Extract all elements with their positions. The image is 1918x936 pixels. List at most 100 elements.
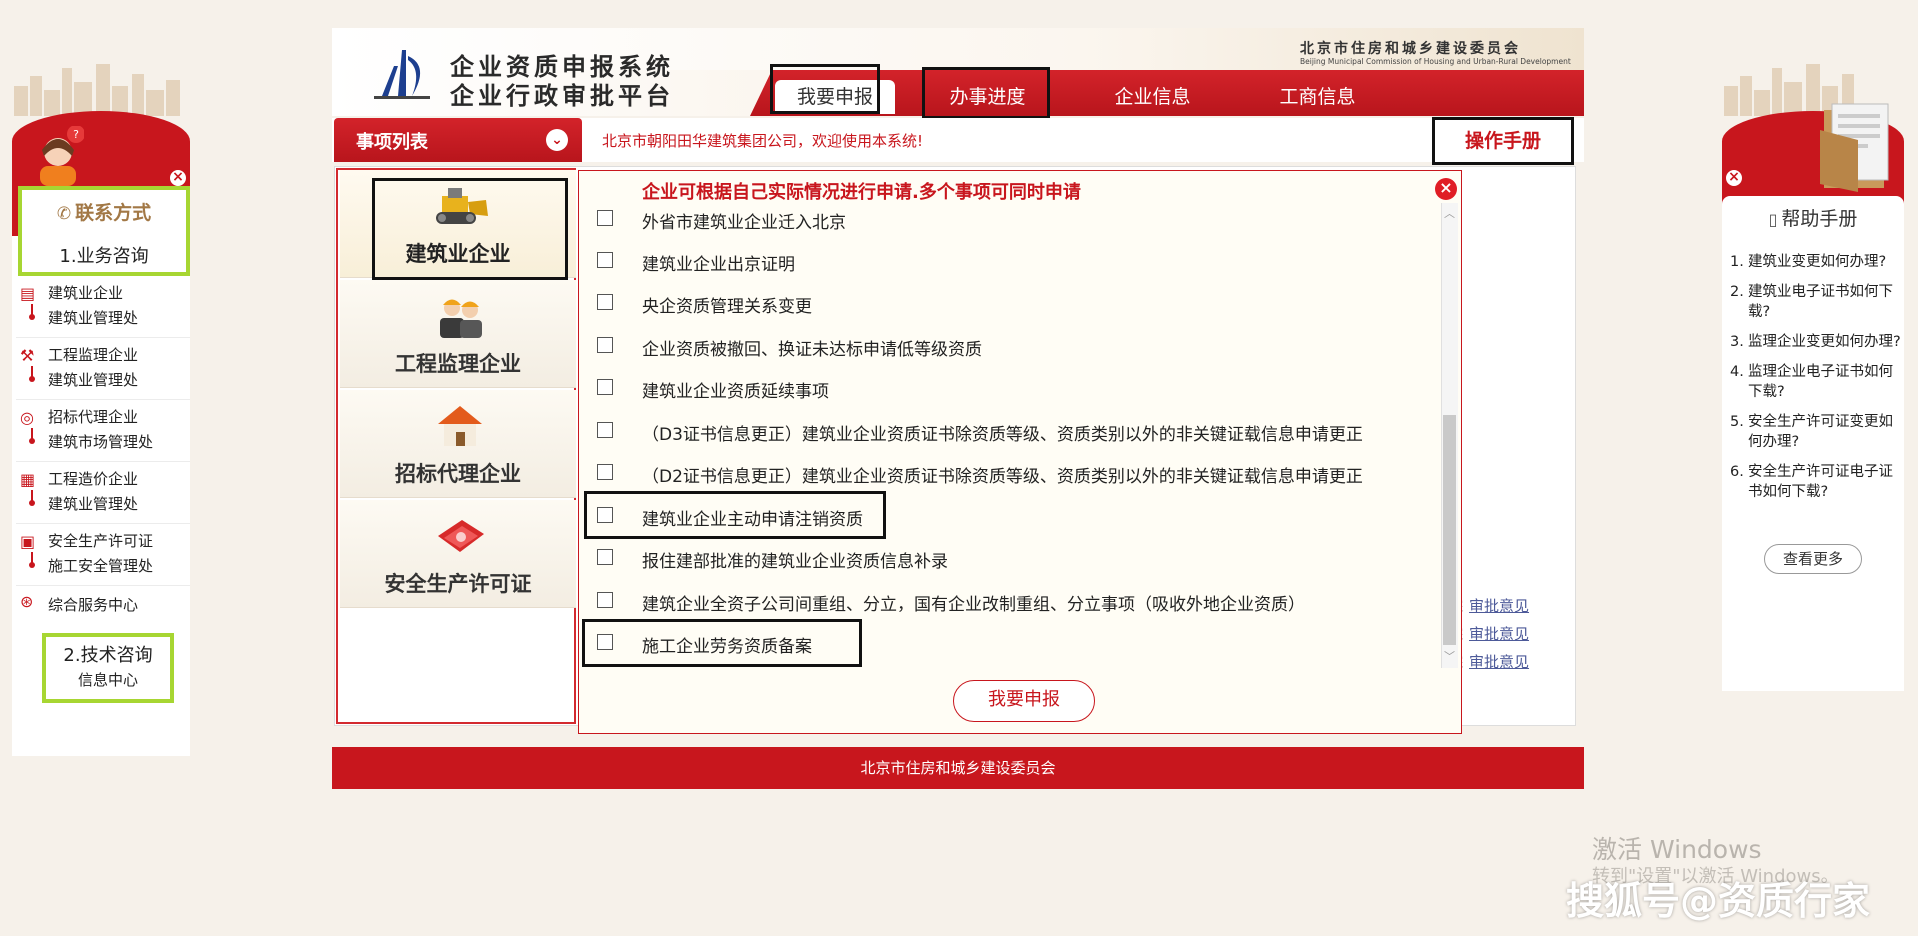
option-row[interactable]: 建筑业企业出京证明: [594, 242, 1434, 278]
skyline-decoration: [14, 64, 180, 116]
option-row[interactable]: 央企资质管理关系变更: [594, 284, 1434, 320]
target-icon: ◎: [20, 408, 34, 427]
tab-company-info[interactable]: 企业信息: [1095, 80, 1210, 114]
option-row[interactable]: 报住建部批准的建筑业企业资质信息补录: [594, 539, 1434, 575]
option-label: （D2证书信息更正）建筑业企业资质证书除资质等级、资质类别以外的非关键证载信息申…: [642, 467, 1363, 487]
event-list-dropdown[interactable]: 事项列表 ⌄: [334, 118, 582, 162]
contact-panel: ? × ✆ 联系方式 1.业务咨询 ▤ 建筑业企业 建筑业管理处 ⚒ 工程监理企业…: [12, 56, 190, 756]
service-icon: ⊛: [20, 592, 34, 611]
help-item[interactable]: 5. 安全生产许可证变更如何办理?: [1730, 412, 1902, 452]
contact-item-dept: 建筑市场管理处: [48, 433, 154, 451]
tech-consult-label: 2.技术咨询: [63, 645, 153, 666]
sohu-watermark: 搜狐号@资质行家: [1566, 879, 1871, 923]
checkbox[interactable]: [597, 210, 613, 226]
category-label: 招标代理企业: [395, 461, 521, 486]
category-supervision[interactable]: 工程监理企业: [340, 280, 576, 388]
checkbox[interactable]: [597, 464, 613, 480]
contact-item-safety[interactable]: ▣ 安全生产许可证 施工安全管理处: [16, 524, 190, 586]
chevron-down-icon: ⌄: [546, 129, 568, 151]
option-label: 企业资质被撤回、换证未达标申请低等级资质: [642, 340, 982, 360]
option-label: 建筑业企业资质延续事项: [642, 382, 829, 402]
tech-consult-box[interactable]: 2.技术咨询 信息中心: [42, 633, 174, 703]
option-row[interactable]: 建筑业企业资质延续事项: [594, 369, 1434, 405]
option-label: 建筑业企业出京证明: [642, 255, 795, 275]
scrollbar-thumb[interactable]: [1443, 415, 1456, 645]
view-more-button[interactable]: 查看更多: [1764, 544, 1862, 574]
approval-link[interactable]: 审批意见: [1469, 653, 1529, 671]
option-label: 报住建部批准的建筑业企业资质信息补录: [642, 552, 948, 572]
annotation-box: [372, 178, 568, 280]
annotation-box: [584, 491, 886, 539]
option-row[interactable]: 企业资质被撤回、换证未达标申请低等级资质: [594, 327, 1434, 363]
category-safety-license[interactable]: 安全生产许可证: [340, 500, 576, 608]
checkbox[interactable]: [597, 294, 613, 310]
help-item[interactable]: 4. 监理企业电子证书如何下载?: [1730, 362, 1902, 402]
help-list: 1. 建筑业变更如何办理? 2. 建筑业电子证书如何下载? 3. 监理企业变更如何办理…: [1730, 252, 1902, 512]
close-icon[interactable]: ×: [1435, 178, 1457, 200]
checkbox[interactable]: [597, 379, 613, 395]
checkbox[interactable]: [597, 337, 613, 353]
contact-item-construction[interactable]: ▤ 建筑业企业 建筑业管理处: [16, 276, 190, 338]
contact-title: 联系方式: [75, 202, 152, 224]
contact-item-dept: 建筑业管理处: [48, 495, 139, 513]
manual-button[interactable]: 操作手册: [1432, 117, 1574, 165]
platform-title: 企业行政审批平台: [450, 81, 674, 110]
org-name-en: Beijing Municipal Commission of Housing …: [1300, 57, 1571, 66]
option-label: （D3证书信息更正）建筑业企业资质证书除资质等级、资质类别以外的非关键证载信息申…: [642, 425, 1363, 445]
help-item[interactable]: 3. 监理企业变更如何办理?: [1730, 332, 1902, 352]
help-item-text: 监理企业变更如何办理?: [1748, 334, 1901, 350]
checkbox[interactable]: [597, 549, 613, 565]
close-icon[interactable]: ×: [1724, 168, 1744, 188]
contact-item-bidding[interactable]: ◎ 招标代理企业 建筑市场管理处: [16, 400, 190, 462]
approval-link[interactable]: 审批意见: [1469, 625, 1529, 643]
document-icon: ▦: [20, 470, 36, 489]
checkbox[interactable]: [597, 252, 613, 268]
tab-business-info[interactable]: 工商信息: [1260, 80, 1375, 114]
business-consult-label: 1.业务咨询: [59, 246, 149, 267]
contact-item-service-center[interactable]: ⊛ 综合服务中心: [16, 586, 190, 618]
welcome-text: 北京市朝阳田华建筑集团公司，欢迎使用本系统!: [602, 132, 924, 150]
option-row[interactable]: 建筑企业全资子公司间重组、分立，国有企业改制重组、分立事项（吸收外地企业资质）: [594, 582, 1434, 618]
category-label: 安全生产许可证: [384, 571, 532, 596]
apply-submit-button[interactable]: 我要申报: [953, 680, 1095, 722]
help-item[interactable]: 2. 建筑业电子证书如何下载?: [1730, 282, 1902, 322]
option-row[interactable]: 外省市建筑业企业迁入北京: [594, 200, 1434, 236]
category-bidding[interactable]: 招标代理企业: [340, 390, 576, 498]
help-item[interactable]: 1. 建筑业变更如何办理?: [1730, 252, 1902, 272]
tab-label: 企业信息: [1114, 86, 1191, 108]
building-icon: ▤: [20, 284, 36, 303]
book-icon: ▯: [1768, 210, 1778, 229]
phone-icon: ✆: [56, 204, 72, 224]
help-panel: × ▯ 帮助手册 1. 建筑业变更如何办理? 2. 建筑业电子证书如何下载? 3. 监理…: [1722, 56, 1904, 696]
contact-item-title: 招标代理企业: [48, 408, 139, 426]
help-item[interactable]: 6. 安全生产许可证电子证书如何下载?: [1730, 462, 1902, 502]
scroll-up-icon[interactable]: ︿: [1441, 205, 1458, 221]
category-label: 工程监理企业: [395, 351, 521, 376]
contact-item-title: 安全生产许可证: [48, 532, 154, 550]
footer: 北京市住房和城乡建设委员会: [332, 747, 1584, 789]
manual-folder-icon: [1820, 103, 1889, 192]
help-item-text: 建筑业电子证书如何下载?: [1748, 284, 1893, 320]
windows-activation-watermark: 激活 Windows: [1592, 835, 1762, 864]
option-row[interactable]: （D3证书信息更正）建筑业企业资质证书除资质等级、资质类别以外的非关键证载信息申…: [594, 412, 1434, 448]
contact-header: ✆ 联系方式 1.业务咨询: [18, 186, 190, 276]
option-label: 建筑企业全资子公司间重组、分立，国有企业改制重组、分立事项（吸收外地企业资质）: [642, 595, 1305, 615]
svg-text:?: ?: [73, 128, 79, 141]
logo-icon: [374, 50, 430, 99]
annotation-box: [770, 64, 880, 114]
info-center-label: 信息中心: [77, 671, 138, 689]
contact-item-dept: 施工安全管理处: [48, 557, 154, 575]
event-list-label: 事项列表: [356, 132, 428, 153]
help-item-text: 监理企业电子证书如何下载?: [1748, 364, 1893, 400]
contact-item-title: 建筑业企业: [48, 284, 124, 302]
contact-item-dept: 建筑业管理处: [48, 309, 139, 327]
approval-link[interactable]: 审批意见: [1469, 597, 1529, 615]
house-icon: [438, 406, 482, 446]
checkbox[interactable]: [597, 422, 613, 438]
contact-item-supervision[interactable]: ⚒ 工程监理企业 建筑业管理处: [16, 338, 190, 400]
checkbox[interactable]: [597, 592, 613, 608]
contact-item-cost[interactable]: ▦ 工程造价企业 建筑业管理处: [16, 462, 190, 524]
option-row[interactable]: （D2证书信息更正）建筑业企业资质证书除资质等级、资质类别以外的非关键证载信息申…: [594, 454, 1434, 490]
scroll-down-icon[interactable]: ﹀: [1441, 648, 1458, 664]
close-icon[interactable]: ×: [168, 168, 188, 188]
